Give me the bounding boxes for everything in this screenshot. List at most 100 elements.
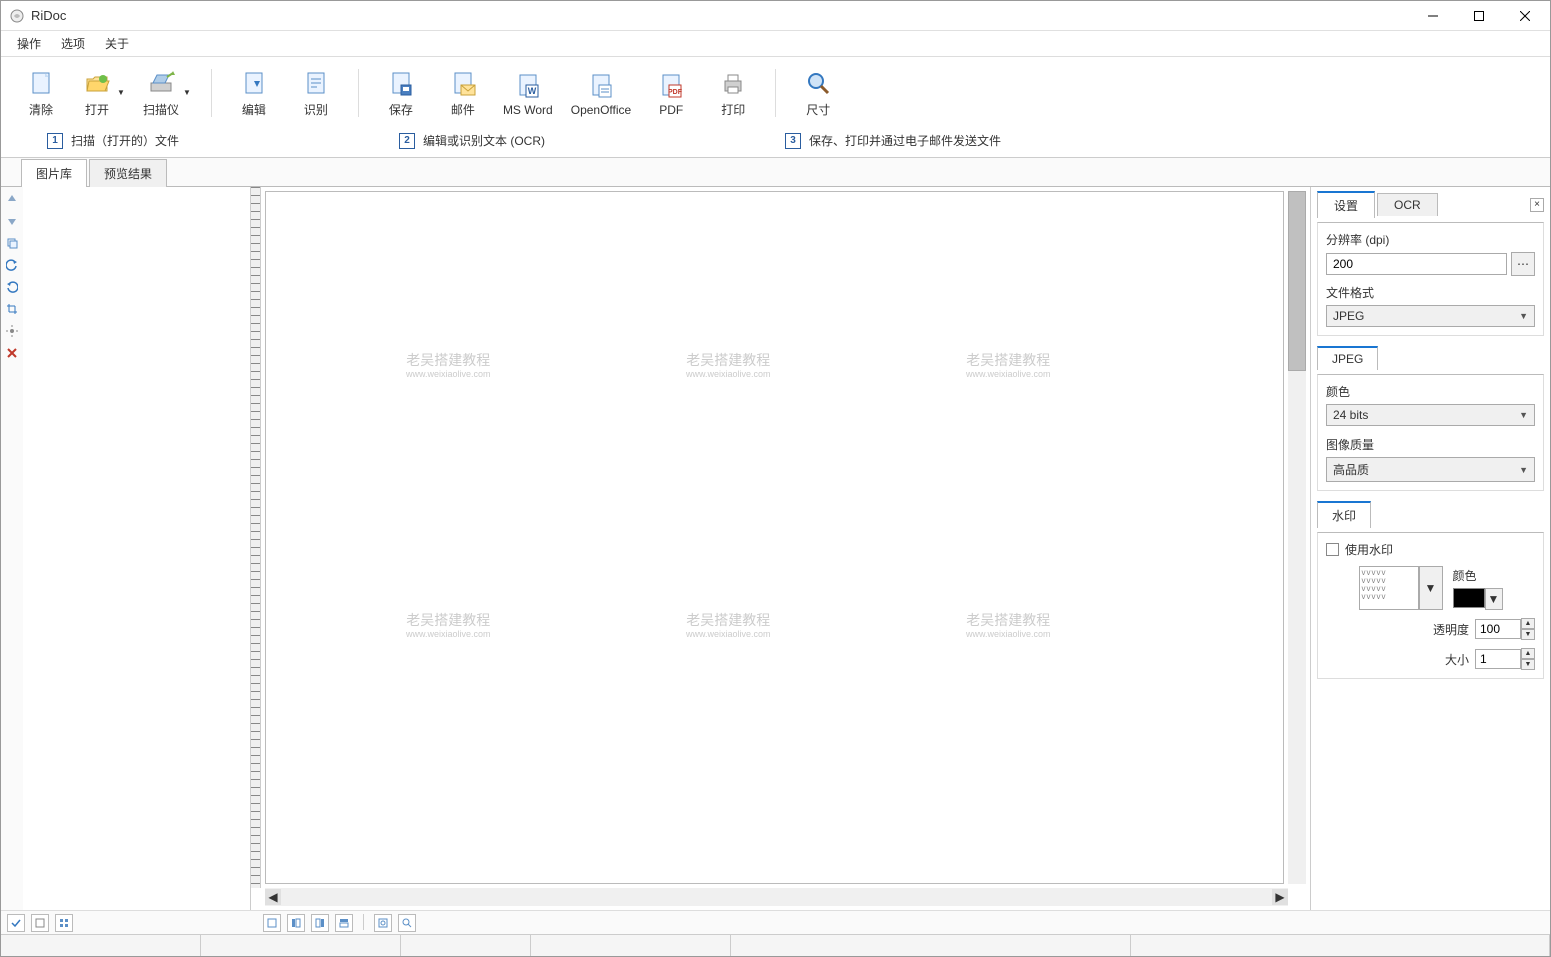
pdf-button[interactable]: PDF PDF — [641, 65, 701, 121]
color-select[interactable]: 24 bits▼ — [1326, 404, 1535, 426]
step-1-badge: 1 — [47, 133, 63, 149]
crop-icon[interactable] — [4, 301, 20, 317]
chevron-down-icon: ▼ — [1519, 410, 1528, 420]
menu-actions[interactable]: 操作 — [7, 32, 51, 55]
fileformat-label: 文件格式 — [1326, 284, 1535, 301]
app-icon — [9, 8, 25, 24]
size-label: 大小 — [1445, 651, 1469, 668]
grid-view-button[interactable] — [55, 914, 73, 932]
center-panel: 老吴搭建教程www.weixiaolive.com 老吴搭建教程www.weix… — [251, 187, 1310, 910]
resolution-label: 分辨率 (dpi) — [1326, 231, 1535, 248]
tab-settings[interactable]: 设置 — [1317, 191, 1375, 218]
mail-button[interactable]: 邮件 — [433, 63, 493, 122]
resolution-more-button[interactable]: ⋯ — [1511, 252, 1535, 276]
wm-color-label: 颜色 — [1453, 567, 1503, 584]
save-icon — [385, 67, 417, 99]
close-button[interactable] — [1502, 1, 1548, 31]
print-button[interactable]: 打印 — [703, 63, 763, 122]
edit-button[interactable]: 编辑 — [224, 63, 284, 122]
open-button[interactable]: 打开 ▼ — [73, 63, 133, 122]
copy-icon[interactable] — [4, 235, 20, 251]
clear-button[interactable]: 清除 — [11, 63, 71, 122]
brightness-icon[interactable] — [4, 323, 20, 339]
size-input[interactable] — [1475, 649, 1521, 669]
layout-4-button[interactable] — [335, 914, 353, 932]
scroll-right-icon[interactable]: ▶ — [1272, 889, 1288, 905]
recognize-button[interactable]: 识别 — [286, 63, 346, 122]
scrollbar-horizontal[interactable]: ◀ ▶ — [265, 888, 1288, 906]
color-label: 颜色 — [1326, 383, 1535, 400]
msword-button[interactable]: W MS Word — [495, 65, 561, 121]
rotate-right-icon[interactable] — [4, 279, 20, 295]
arrow-down-icon[interactable] — [4, 213, 20, 229]
step-1-text: 扫描（打开的）文件 — [71, 132, 179, 149]
edit-icon — [238, 67, 270, 99]
size-button[interactable]: 尺寸 — [788, 63, 848, 122]
opacity-up[interactable]: ▲ — [1521, 618, 1535, 629]
canvas[interactable]: 老吴搭建教程www.weixiaolive.com 老吴搭建教程www.weix… — [265, 191, 1284, 884]
use-watermark-checkbox[interactable] — [1326, 543, 1339, 556]
layout-1-button[interactable] — [263, 914, 281, 932]
right-panel: 设置 OCR × 分辨率 (dpi) ⋯ 文件格式 JPEG▼ JPEG 颜色 … — [1310, 187, 1550, 910]
word-icon: W — [512, 69, 544, 101]
zoom-fit-button[interactable] — [374, 914, 392, 932]
dropdown-arrow-icon: ▼ — [117, 88, 125, 97]
fileformat-select[interactable]: JPEG▼ — [1326, 305, 1535, 327]
watermark-tab[interactable]: 水印 — [1317, 501, 1371, 528]
jpeg-tab[interactable]: JPEG — [1317, 346, 1378, 370]
app-title: RiDoc — [31, 8, 1410, 23]
opacity-label: 透明度 — [1433, 621, 1469, 638]
maximize-button[interactable] — [1456, 1, 1502, 31]
opacity-input[interactable] — [1475, 619, 1521, 639]
resolution-input[interactable] — [1326, 253, 1507, 275]
menu-options[interactable]: 选项 — [51, 32, 95, 55]
wm-color-select[interactable]: ▼ — [1485, 588, 1503, 610]
tab-preview[interactable]: 预览结果 — [89, 159, 167, 187]
document-icon — [25, 67, 57, 99]
step-2-badge: 2 — [399, 133, 415, 149]
left-panel — [1, 187, 251, 910]
menubar: 操作 选项 关于 — [1, 31, 1550, 57]
scanner-button[interactable]: 扫描仪 ▼ — [135, 63, 199, 122]
menu-about[interactable]: 关于 — [95, 32, 139, 55]
save-button[interactable]: 保存 — [371, 63, 431, 122]
magnifier-icon — [802, 67, 834, 99]
pattern-select[interactable]: ▼ — [1419, 566, 1443, 610]
statusbar — [1, 934, 1550, 956]
bottom-toolbar — [1, 910, 1550, 934]
layout-3-button[interactable] — [311, 914, 329, 932]
scanner-icon — [145, 67, 177, 99]
rotate-left-icon[interactable] — [4, 257, 20, 273]
tab-ocr[interactable]: OCR — [1377, 193, 1438, 216]
use-watermark-label: 使用水印 — [1345, 541, 1393, 558]
folder-open-icon — [81, 67, 113, 99]
layout-2-button[interactable] — [287, 914, 305, 932]
printer-icon — [717, 67, 749, 99]
close-panel-icon[interactable]: × — [1530, 198, 1544, 212]
svg-text:W: W — [528, 86, 537, 96]
openoffice-button[interactable]: OpenOffice — [563, 65, 639, 121]
step-2-text: 编辑或识别文本 (OCR) — [423, 132, 545, 149]
check-all-button[interactable] — [7, 914, 25, 932]
side-toolbar — [1, 187, 23, 910]
zoom-actual-button[interactable] — [398, 914, 416, 932]
ruler-vertical — [251, 187, 261, 888]
opacity-down[interactable]: ▼ — [1521, 629, 1535, 640]
quality-select[interactable]: 高品质▼ — [1326, 457, 1535, 482]
scrollbar-vertical[interactable] — [1288, 191, 1306, 884]
size-down[interactable]: ▼ — [1521, 659, 1535, 670]
step-3-text: 保存、打印并通过电子邮件发送文件 — [809, 132, 1001, 149]
delete-icon[interactable] — [4, 345, 20, 361]
chevron-down-icon: ▼ — [1519, 311, 1528, 321]
uncheck-all-button[interactable] — [31, 914, 49, 932]
arrow-up-icon[interactable] — [4, 191, 20, 207]
left-tabs: 图片库 预览结果 — [1, 158, 1550, 186]
size-up[interactable]: ▲ — [1521, 648, 1535, 659]
minimize-button[interactable] — [1410, 1, 1456, 31]
watermark-pattern: vvvvvvvvvvvvvvvvvvvv — [1359, 566, 1419, 610]
wm-color-swatch — [1453, 588, 1485, 608]
dropdown-arrow-icon: ▼ — [183, 88, 191, 97]
tab-gallery[interactable]: 图片库 — [21, 159, 87, 187]
scroll-left-icon[interactable]: ◀ — [265, 889, 281, 905]
step-3-badge: 3 — [785, 133, 801, 149]
